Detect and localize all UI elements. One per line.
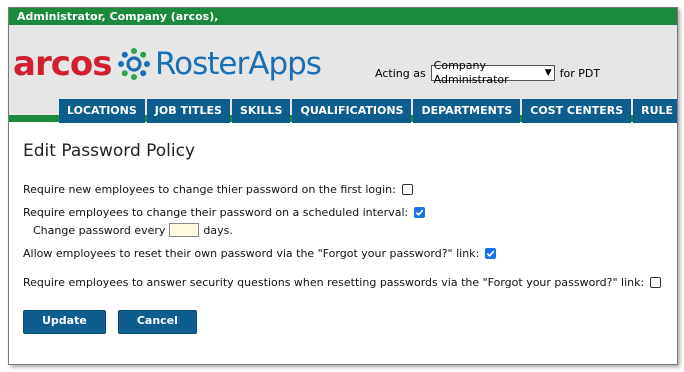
- main-content: Edit Password Policy Require new employe…: [9, 141, 677, 334]
- app-window: Administrator, Company (arcos), arcos Ro…: [8, 7, 678, 365]
- check-icon: [416, 209, 424, 216]
- interval-days-input[interactable]: [169, 223, 200, 237]
- rosterapps-logo: RosterApps: [155, 46, 322, 82]
- option-reset-self: Allow employees to reset their own passw…: [23, 245, 663, 261]
- option-security-questions: Require employees to answer security que…: [23, 274, 663, 290]
- update-button[interactable]: Update: [23, 310, 106, 334]
- option-first-login: Require new employees to change thier pa…: [23, 181, 663, 197]
- tab-locations[interactable]: LOCATIONS: [59, 99, 145, 123]
- interval-prefix: Change password every: [33, 223, 166, 237]
- security-questions-label: Require employees to answer security que…: [23, 275, 645, 289]
- tab-departments[interactable]: DEPARTMENTS: [413, 99, 521, 123]
- option-interval: Change password every days.: [23, 222, 663, 238]
- page-title: Edit Password Policy: [23, 141, 196, 161]
- security-questions-checkbox[interactable]: [650, 276, 662, 288]
- acting-as: Acting as Company Administrator ▼ for PD…: [375, 59, 601, 86]
- arcos-logo[interactable]: arcos: [13, 47, 112, 81]
- tab-skills[interactable]: SKILLS: [231, 99, 291, 123]
- first-login-checkbox[interactable]: [401, 183, 413, 195]
- chevron-down-icon: ▼: [544, 68, 552, 78]
- role-select[interactable]: Company Administrator ▼: [430, 59, 555, 86]
- header: arcos RosterApps Acting as Company Admin…: [9, 25, 677, 123]
- tab-job-titles[interactable]: JOB TITLES: [146, 99, 230, 123]
- cancel-button[interactable]: Cancel: [117, 310, 197, 334]
- tab-qualifications[interactable]: QUALIFICATIONS: [292, 99, 412, 123]
- gear-logo-icon: [118, 48, 150, 80]
- first-login-label: Require new employees to change thier pa…: [23, 182, 396, 196]
- user-bar: Administrator, Company (arcos),: [9, 8, 677, 25]
- reset-self-label: Allow employees to reset their own passw…: [23, 246, 480, 260]
- interval-suffix: days.: [203, 223, 233, 237]
- scheduled-label: Require employees to change their passwo…: [23, 205, 409, 219]
- reset-self-checkbox[interactable]: [485, 247, 497, 259]
- acting-label: Acting as: [375, 66, 426, 80]
- tab-cost-centers[interactable]: COST CENTERS: [522, 99, 632, 123]
- button-row: Update Cancel: [23, 310, 663, 334]
- check-icon: [487, 250, 495, 257]
- scheduled-checkbox[interactable]: [414, 206, 426, 218]
- main-nav: LOCATIONS JOB TITLES SKILLS QUALIFICATIO…: [59, 99, 677, 123]
- acting-suffix: for PDT: [559, 66, 601, 80]
- option-scheduled: Require employees to change their passwo…: [23, 204, 663, 220]
- role-select-value: Company Administrator: [433, 59, 509, 86]
- user-text: Administrator, Company (arcos),: [17, 10, 219, 23]
- tab-rule-sets[interactable]: RULE SETS: [633, 99, 677, 123]
